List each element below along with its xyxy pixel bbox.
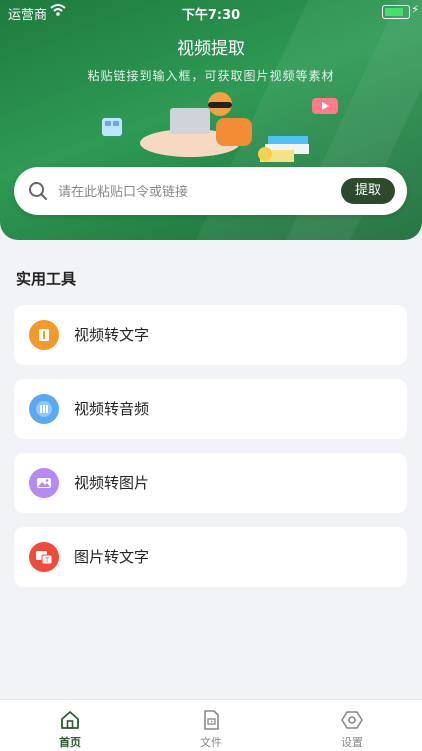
- tool-image-to-text[interactable]: T 图片转文字: [14, 527, 407, 587]
- video-to-image-icon: [29, 468, 59, 498]
- settings-icon: [341, 711, 363, 729]
- tool-video-to-image[interactable]: 视频转图片: [14, 453, 407, 513]
- status-bar: 运营商 下午7:30 ⚡: [0, 0, 422, 24]
- page-subtitle: 粘贴链接到输入框，可获取图片视频等素材: [87, 69, 335, 83]
- extract-button[interactable]: 提取: [341, 178, 395, 204]
- tab-label: 设置: [341, 736, 363, 749]
- tab-label: 文件: [200, 736, 222, 749]
- tab-label: 首页: [59, 736, 81, 749]
- tool-video-to-audio[interactable]: 视频转音频: [14, 379, 407, 439]
- tab-home[interactable]: 首页: [0, 700, 140, 751]
- tool-video-to-text[interactable]: 视频转文字: [14, 305, 407, 365]
- search-icon: [29, 182, 47, 200]
- home-icon: [61, 711, 79, 729]
- link-search-bar: 提取: [14, 167, 407, 215]
- video-to-text-icon: [29, 320, 59, 350]
- link-input[interactable]: [56, 180, 340, 204]
- video-to-audio-icon: [29, 394, 59, 424]
- page-title: 视频提取: [177, 39, 245, 59]
- tool-label: 视频转音频: [74, 400, 150, 418]
- tool-label: 视频转图片: [74, 474, 150, 492]
- tools-section-title: 实用工具: [16, 270, 77, 288]
- tab-settings[interactable]: 设置: [282, 700, 422, 751]
- tab-files[interactable]: 文件: [141, 700, 281, 751]
- charging-icon: ⚡: [411, 3, 419, 16]
- status-time: 下午7:30: [181, 8, 241, 23]
- svg-text:T: T: [44, 557, 50, 565]
- image-to-text-icon: T: [29, 542, 59, 572]
- tool-label: 图片转文字: [74, 548, 150, 566]
- file-icon: [204, 710, 219, 730]
- bottom-tab-bar: 首页 文件 设置: [0, 699, 422, 751]
- battery-icon: [382, 5, 410, 19]
- tool-label: 视频转文字: [74, 326, 150, 344]
- banner-illustration: [90, 92, 350, 178]
